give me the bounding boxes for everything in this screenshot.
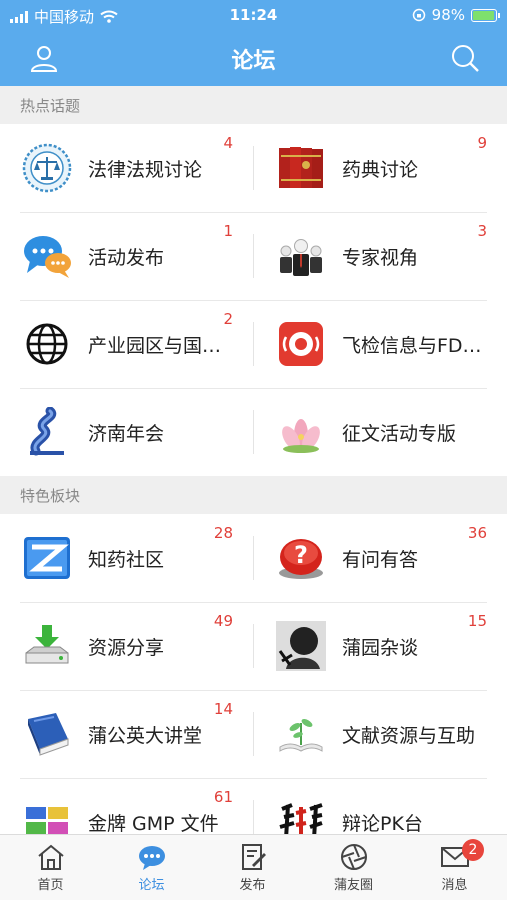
tab-messages[interactable]: 消息 2 — [404, 839, 505, 893]
search-icon[interactable] — [449, 42, 481, 74]
debate-calligraphy-icon — [279, 803, 323, 834]
svg-text:?: ? — [294, 541, 308, 569]
post-count: 2 — [223, 310, 233, 328]
blue-book-icon — [28, 713, 69, 756]
post-count: 28 — [213, 524, 233, 542]
post-count: 4 — [223, 134, 233, 152]
battery-percent: 98% — [431, 6, 465, 24]
forum-item-event-release[interactable]: 活动发布 1 — [0, 212, 253, 300]
question-button-icon: ? — [279, 539, 323, 579]
forum-item-resource-share[interactable]: 资源分享 49 — [0, 602, 253, 690]
forum-item-label: 飞检信息与FD… — [342, 335, 482, 357]
forum-item-label: 活动发布 — [88, 247, 165, 269]
forum-item-essay-contest[interactable]: 征文活动专版 — [254, 388, 507, 476]
post-count: 9 — [477, 134, 487, 152]
forum-item-jinan-annual-meeting[interactable]: 济南年会 — [0, 388, 253, 476]
alarm-icon — [279, 322, 323, 366]
forum-item-lecture-hall[interactable]: 蒲公英大讲堂 14 — [0, 690, 253, 778]
post-count: 15 — [467, 612, 487, 630]
lotus-icon — [282, 419, 320, 453]
forum-item-literature-resources[interactable]: 文献资源与互助 — [254, 690, 507, 778]
rotation-lock-icon — [412, 8, 425, 22]
page-title: 论坛 — [231, 49, 276, 74]
tab-label: 发布 — [239, 878, 266, 893]
forum-item-label: 资源分享 — [88, 637, 165, 659]
tab-label: 消息 — [441, 878, 468, 893]
forum-item-expert-perspective[interactable]: 专家视角 3 — [254, 212, 507, 300]
section-header-featured-boards: 特色板块 — [0, 476, 507, 514]
tab-publish[interactable]: 发布 — [202, 843, 303, 893]
forum-item-inspection-fda[interactable]: 飞检信息与FD… — [254, 300, 507, 388]
tab-label: 蒲友圈 — [333, 878, 373, 893]
forum-item-label: 蒲园杂谈 — [342, 637, 419, 659]
forum-item-label: 济南年会 — [88, 423, 165, 445]
section-header-hot-topics: 热点话题 — [0, 86, 507, 124]
forum-item-label: 产业园区与国… — [88, 335, 222, 357]
forum-item-label: 知药社区 — [88, 549, 165, 571]
edit-document-icon — [241, 844, 266, 870]
forum-item-label: 金牌 GMP 文件 — [88, 813, 219, 834]
open-book-sprout-icon — [279, 719, 323, 752]
forum-item-label: 有问有答 — [342, 549, 419, 571]
chat-bubble-icon — [138, 846, 165, 870]
featured-boards-grid: 知药社区 28 ? 有问有答 36 资源分享 49 蒲园杂谈 15 蒲公英大讲堂… — [0, 514, 507, 834]
forum-item-label: 法律法规讨论 — [88, 159, 203, 181]
forum-item-label: 征文活动专版 — [342, 423, 457, 445]
bottom-tab-bar: 首页 论坛 发布 蒲友圈 消息 2 — [0, 834, 507, 900]
forum-item-pharmacopoeia[interactable]: 药典讨论 9 — [254, 124, 507, 212]
tab-label: 首页 — [37, 878, 64, 893]
unread-badge: 2 — [462, 839, 484, 861]
forum-item-label: 蒲公英大讲堂 — [88, 725, 203, 747]
tab-friends-circle[interactable]: 蒲友圈 — [303, 843, 404, 893]
forum-item-label: 药典讨论 — [342, 159, 419, 181]
forum-item-zhiyao-community[interactable]: 知药社区 28 — [0, 514, 253, 602]
download-drive-icon — [25, 625, 69, 664]
tab-forum[interactable]: 论坛 — [101, 843, 202, 893]
chat-bubbles-icon — [24, 236, 71, 278]
forum-item-qa[interactable]: ? 有问有答 36 — [254, 514, 507, 602]
forum-item-puyuan-chat[interactable]: 蒲园杂谈 15 — [254, 602, 507, 690]
nav-bar: 论坛 — [0, 30, 507, 86]
battery-icon — [471, 8, 500, 22]
hot-topics-grid: 法律法规讨论 4 药典讨论 9 活动发布 1 专家视角 3 产业园区与国… 2 … — [0, 124, 507, 476]
post-count: 3 — [477, 222, 487, 240]
colored-files-icon — [26, 807, 68, 834]
forum-item-law-regulations[interactable]: 法律法规讨论 4 — [0, 124, 253, 212]
forum-item-label: 文献资源与互助 — [342, 725, 476, 747]
home-icon — [37, 844, 64, 870]
post-count: 1 — [223, 222, 233, 240]
post-count: 36 — [467, 524, 487, 542]
forum-item-label: 辩论PK台 — [342, 813, 423, 834]
globe-icon — [26, 323, 68, 365]
forum-item-industrial-park[interactable]: 产业园区与国… 2 — [0, 300, 253, 388]
z-logo-icon — [24, 537, 70, 579]
forum-item-gold-gmp-files[interactable]: 金牌 GMP 文件 61 — [0, 778, 253, 834]
aperture-icon — [340, 844, 367, 870]
post-count: 14 — [213, 700, 233, 718]
tab-label: 论坛 — [138, 878, 165, 893]
ink-portrait-icon — [276, 621, 326, 671]
pharmacopoeia-books-icon — [279, 147, 323, 188]
post-count: 49 — [213, 612, 233, 630]
post-count: 61 — [213, 788, 233, 806]
scales-emblem-icon — [22, 143, 72, 193]
forum-item-debate-pk[interactable]: 辩论PK台 — [254, 778, 507, 834]
spring-sculpture-icon — [30, 407, 64, 456]
forum-item-label: 专家视角 — [342, 247, 419, 269]
tab-home[interactable]: 首页 — [0, 843, 101, 893]
status-bar: 中国移动 11:24 98% — [0, 0, 507, 30]
business-people-icon — [280, 239, 322, 276]
